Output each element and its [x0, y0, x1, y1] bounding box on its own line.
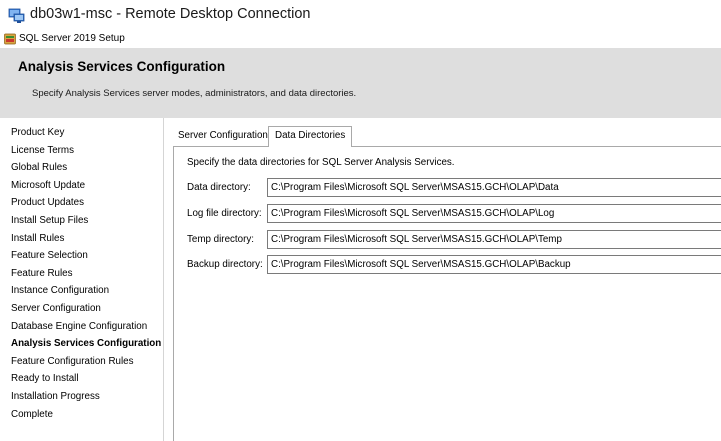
nav-item-install-setup-files[interactable]: Install Setup Files — [11, 215, 88, 226]
rdp-window-title: db03w1-msc - Remote Desktop Connection — [30, 6, 311, 22]
setup-steps-nav: Product Key License Terms Global Rules M… — [0, 118, 164, 441]
page-header: Analysis Services Configuration Specify … — [0, 48, 721, 118]
tab-data-directories[interactable]: Data Directories — [268, 126, 353, 147]
nav-item-microsoft-update[interactable]: Microsoft Update — [11, 180, 85, 191]
nav-item-feature-configuration-rules[interactable]: Feature Configuration Rules — [11, 356, 134, 367]
nav-item-product-key[interactable]: Product Key — [11, 127, 64, 138]
nav-item-product-updates[interactable]: Product Updates — [11, 197, 84, 208]
tab-server-configuration[interactable]: Server Configuration — [173, 128, 273, 146]
remote-desktop-icon — [8, 8, 25, 23]
data-directory-field[interactable]: C:\Program Files\Microsoft SQL Server\MS… — [267, 178, 721, 197]
nav-item-license-terms[interactable]: License Terms — [11, 145, 74, 156]
page-title: Analysis Services Configuration — [18, 59, 226, 74]
nav-item-ready-to-install[interactable]: Ready to Install — [11, 373, 79, 384]
nav-item-complete[interactable]: Complete — [11, 409, 53, 420]
nav-item-global-rules[interactable]: Global Rules — [11, 162, 67, 173]
nav-item-feature-rules[interactable]: Feature Rules — [11, 268, 73, 279]
nav-item-install-rules[interactable]: Install Rules — [11, 233, 64, 244]
nav-item-feature-selection[interactable]: Feature Selection — [11, 250, 88, 261]
setup-window-title: SQL Server 2019 Setup — [19, 33, 125, 44]
backup-directory-field[interactable]: C:\Program Files\Microsoft SQL Server\MS… — [267, 255, 721, 274]
nav-item-installation-progress[interactable]: Installation Progress — [11, 391, 100, 402]
nav-item-database-engine-configuration[interactable]: Database Engine Configuration — [11, 321, 147, 332]
temp-directory-label: Temp directory: — [187, 234, 254, 245]
backup-directory-label: Backup directory: — [187, 259, 263, 270]
rdp-titlebar: db03w1-msc - Remote Desktop Connection — [0, 0, 721, 30]
nav-item-analysis-services-configuration[interactable]: Analysis Services Configuration — [11, 338, 161, 349]
temp-directory-field[interactable]: C:\Program Files\Microsoft SQL Server\MS… — [267, 230, 721, 249]
nav-item-server-configuration[interactable]: Server Configuration — [11, 303, 101, 314]
log-directory-label: Log file directory: — [187, 208, 262, 219]
log-directory-field[interactable]: C:\Program Files\Microsoft SQL Server\MS… — [267, 204, 721, 223]
content-area: Server Configuration Data Directories Sp… — [165, 118, 721, 441]
panel-description: Specify the data directories for SQL Ser… — [187, 157, 455, 168]
page-subtitle: Specify Analysis Services server modes, … — [32, 88, 357, 99]
nav-item-instance-configuration[interactable]: Instance Configuration — [11, 285, 109, 296]
data-directory-label: Data directory: — [187, 182, 251, 193]
data-directories-panel: Specify the data directories for SQL Ser… — [173, 146, 721, 441]
sql-setup-icon — [4, 33, 16, 45]
setup-titlebar: SQL Server 2019 Setup — [0, 30, 721, 48]
